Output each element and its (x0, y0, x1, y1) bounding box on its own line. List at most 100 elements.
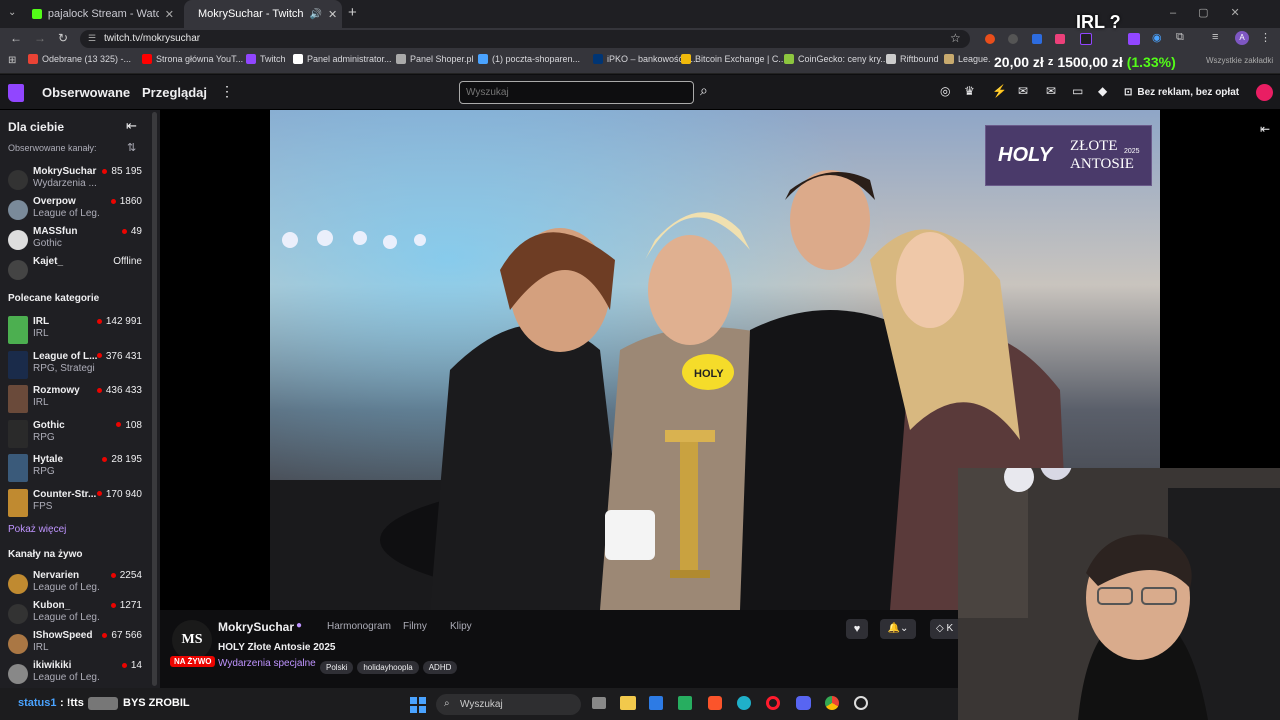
twitch-extension-icon[interactable] (1128, 33, 1140, 45)
channel-item[interactable]: MokrySuchar Wydarzenia ... 85 195 (0, 166, 150, 196)
extension-icon[interactable] (985, 34, 995, 44)
obs-icon[interactable] (854, 696, 868, 710)
tab-pajalock[interactable]: pajalock Stream - Watch Live o ✕ (24, 0, 182, 28)
sort-icon[interactable]: ⇅ (127, 141, 136, 154)
twitch-logo-icon[interactable] (8, 84, 24, 102)
stream-tag[interactable]: ADHD (422, 661, 458, 674)
channel-tab[interactable]: Klipy (450, 621, 472, 632)
bookmark-item[interactable]: Strona główna YouT... (142, 54, 243, 64)
category-item[interactable]: IRL IRL 142 991 (0, 316, 150, 346)
profile-avatar[interactable]: A (1235, 31, 1249, 45)
windows-start-icon[interactable] (410, 697, 426, 713)
file-explorer-icon[interactable] (620, 696, 636, 710)
bookmark-item[interactable]: CoinGecko: ceny kry... (784, 54, 888, 64)
close-tab-icon[interactable]: ✕ (165, 8, 174, 21)
extension-icon[interactable] (1008, 34, 1018, 44)
collapse-sidebar-icon[interactable]: ⇤ (126, 118, 137, 134)
search-input[interactable] (459, 81, 694, 104)
notification-icon[interactable]: ◎ (940, 84, 950, 98)
edge-icon[interactable] (737, 696, 751, 710)
category-item[interactable]: Hytale RPG 28 195 (0, 454, 150, 484)
discord-icon[interactable] (796, 696, 811, 710)
channel-item[interactable]: MASSfun Gothic 49 (0, 226, 150, 256)
extension-icon[interactable]: ◉ (1152, 31, 1162, 44)
show-more-link[interactable]: Pokaż więcej (8, 524, 66, 535)
new-tab-icon[interactable]: + (348, 4, 357, 21)
bookmark-item[interactable]: Twitch (246, 54, 286, 64)
stream-category[interactable]: Wydarzenia specjalne (218, 658, 316, 669)
bookmark-item[interactable]: Odebrane (13 325) -... (28, 54, 131, 64)
bookmark-item[interactable]: Panel Shoper.pl (396, 54, 474, 64)
brave-icon[interactable] (708, 696, 722, 710)
search-icon[interactable]: ⌕ (700, 82, 708, 99)
stream-title: HOLY Złote Antosie 2025 (218, 642, 336, 653)
gift-sub-button[interactable]: ◇ K (930, 619, 960, 639)
store-icon[interactable] (649, 696, 663, 710)
channel-tab[interactable]: Filmy (403, 621, 427, 632)
extension-icon[interactable] (1055, 34, 1065, 44)
channel-name[interactable]: MokrySuchar (218, 620, 294, 634)
extensions-puzzle-icon[interactable]: ⧉ (1176, 31, 1184, 44)
channel-tab[interactable]: Harmonogram (327, 621, 391, 632)
apps-grid-icon[interactable]: ⊞ (8, 55, 16, 66)
all-bookmarks-link[interactable]: Wszystkie zakładki (1206, 56, 1273, 65)
nav-browse[interactable]: Przeglądaj (142, 85, 207, 100)
bookmark-item[interactable]: Panel administrator... (293, 54, 392, 64)
no-ads-button[interactable]: ⊡ Bez reklam, bez opłat (1124, 82, 1239, 102)
category-item[interactable]: Rozmowy IRL 436 433 (0, 385, 150, 415)
reading-list-icon[interactable]: ≡ (1212, 31, 1218, 43)
sidebar-scrollbar[interactable] (152, 112, 157, 686)
stream-tag[interactable]: holidayhoopla (357, 661, 419, 674)
chrome-icon[interactable] (825, 696, 839, 710)
heart-follow-button[interactable]: ♥ (846, 619, 868, 639)
whispers-icon[interactable]: ▭ (1072, 84, 1083, 98)
expand-chat-icon[interactable]: ⇤ (1260, 122, 1270, 136)
star-icon[interactable]: ☆ (950, 31, 961, 45)
channel-item[interactable]: Nervarien League of Leg... 2254 (0, 570, 150, 600)
user-avatar[interactable] (1256, 84, 1273, 101)
taskbar-search[interactable]: ⌕ Wyszukaj (436, 694, 581, 715)
stream-tag[interactable]: Polski (320, 661, 354, 674)
reload-icon[interactable]: ↻ (58, 31, 68, 45)
mail-icon[interactable]: ✉ (1046, 84, 1056, 98)
logo-brand: HOLY (998, 144, 1053, 166)
app-icon[interactable] (678, 696, 692, 710)
tab-mokrysuchar[interactable]: MokrySuchar - Twitch 🔊 ✕ (184, 0, 342, 28)
site-info-icon[interactable]: ☰ (88, 33, 96, 44)
channel-game: RPG (33, 466, 55, 477)
url-field[interactable]: ☰ twitch.tv/mokrysuchar ☆ (80, 30, 970, 48)
crown-icon[interactable]: ♛ (964, 84, 975, 98)
bits-icon[interactable]: ◆ (1098, 84, 1107, 98)
extension-icon[interactable] (1080, 33, 1092, 45)
task-view-icon[interactable] (592, 697, 606, 709)
category-item[interactable]: Counter-Str... FPS 170 940 (0, 488, 150, 519)
channel-item[interactable]: Kubon_ League of Leg... 1271 (0, 600, 150, 630)
bookmark-item[interactable]: Bitcoin Exchange | C... (681, 54, 786, 64)
window-controls[interactable]: –▢✕ (1170, 6, 1262, 19)
close-tab-icon[interactable]: ✕ (328, 8, 337, 21)
esports-icon[interactable]: ⚡ (992, 84, 1007, 98)
back-icon[interactable]: ← (10, 31, 22, 45)
tab-list-chevron-icon[interactable]: ⌄ (8, 7, 16, 18)
opera-icon[interactable] (766, 696, 780, 710)
channel-avatar[interactable]: MS (172, 620, 212, 660)
extension-icon[interactable] (1032, 34, 1042, 44)
bookmark-item[interactable]: (1) poczta-shoparen... (478, 54, 580, 64)
notification-bell-button[interactable]: 🔔⌄ (880, 619, 916, 639)
more-menu-icon[interactable]: ⋮ (220, 83, 234, 100)
nav-following[interactable]: Obserwowane (42, 85, 130, 100)
channel-item[interactable]: Overpow League of Leg... 1860 (0, 196, 150, 226)
bookmark-item[interactable]: League... (944, 54, 996, 64)
browser-menu-icon[interactable]: ⋮ (1260, 31, 1271, 44)
speaker-icon[interactable]: 🔊 (310, 9, 322, 20)
category-item[interactable]: League of L... RPG, Strategi 376 431 (0, 350, 150, 381)
channel-item[interactable]: IShowSpeed IRL 67 566 (0, 630, 150, 660)
inbox-icon[interactable]: ✉ (1018, 84, 1028, 98)
channel-item[interactable]: Kajet_ Offline (0, 256, 150, 286)
bookmark-item[interactable]: Riftbound (886, 54, 939, 64)
taskbar-search-label: Wyszukaj (460, 699, 503, 710)
forward-icon[interactable]: → (34, 31, 46, 45)
category-item[interactable]: Gothic RPG 108 (0, 419, 150, 450)
channel-item[interactable]: ikiwikiki League of Leg... 14 (0, 660, 150, 690)
channel-name: MokrySuchar (33, 166, 97, 177)
